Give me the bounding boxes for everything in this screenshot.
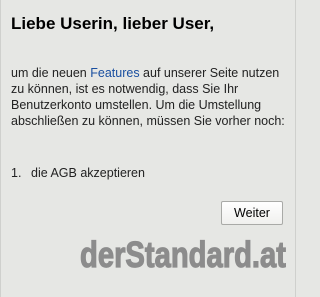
features-link[interactable]: Features bbox=[90, 66, 139, 80]
required-steps-list: 1. die AGB akzeptieren bbox=[11, 165, 145, 181]
step-number: 1. bbox=[11, 166, 22, 180]
derstandard-logo: derStandard.at bbox=[80, 234, 286, 276]
dialog-message: um die neuen Features auf unserer Seite … bbox=[11, 65, 289, 129]
list-item: 1. die AGB akzeptieren bbox=[11, 165, 145, 181]
dialog-heading: Liebe Userin, lieber User, bbox=[11, 14, 215, 33]
account-migration-dialog: Liebe Userin, lieber User, um die neuen … bbox=[0, 0, 296, 297]
logo-wordmark: derStandard.at bbox=[80, 234, 286, 275]
message-text-start: um die neuen bbox=[11, 66, 91, 80]
next-button[interactable]: Weiter bbox=[221, 201, 283, 225]
step-text: die AGB akzeptieren bbox=[31, 166, 145, 180]
